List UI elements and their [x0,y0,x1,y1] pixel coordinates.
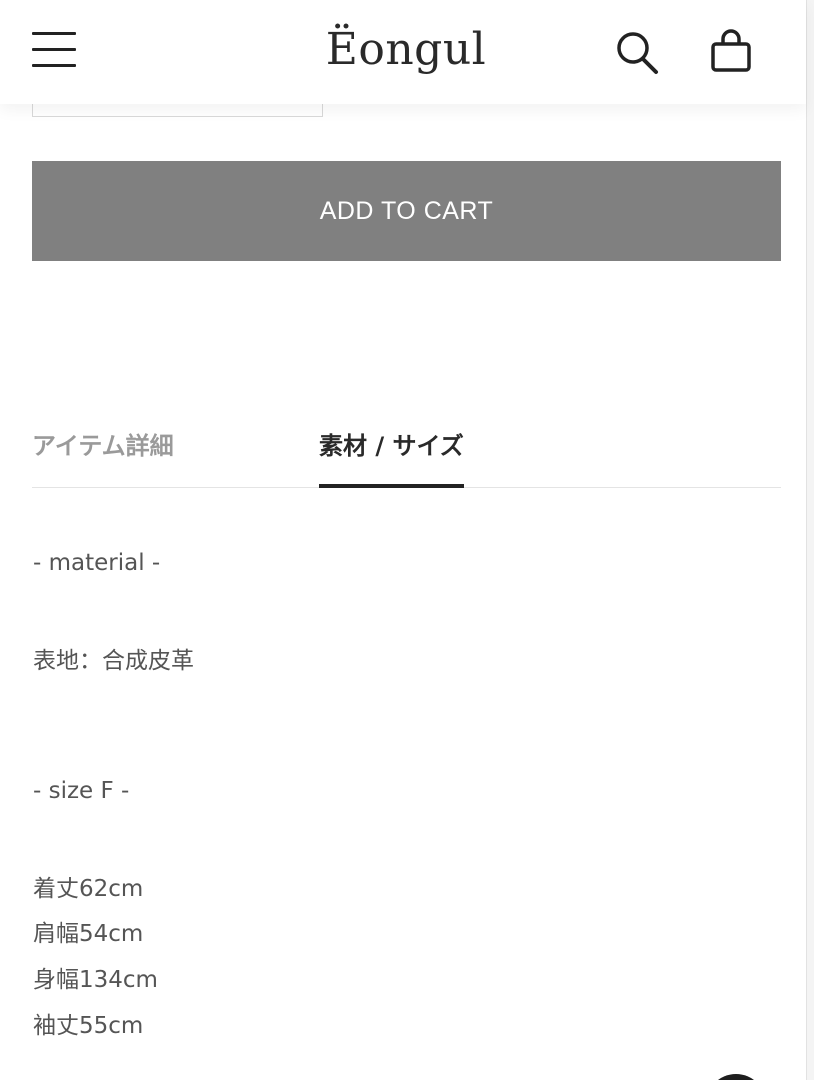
chat-button[interactable] [706,1074,766,1080]
measurement-length: 着丈62cm [33,876,144,902]
measurement-width: 身幅134cm [33,967,158,993]
page-edge [806,0,814,1080]
brand-logo[interactable]: Ëongul [300,24,512,75]
measurement-sleeve: 袖丈55cm [33,1013,144,1039]
tab-label: 素材 / サイズ [319,432,464,460]
product-page: Ëongul ADD TO CART アイテム詳細 素材 / サイズ - mat… [0,0,814,1080]
shopping-bag-icon[interactable] [706,26,756,78]
tab-item-details[interactable]: アイテム詳細 [32,426,174,487]
hamburger-menu-icon[interactable] [32,30,78,70]
tab-label: アイテム詳細 [32,432,174,460]
active-tab-indicator [319,484,464,488]
measurement-shoulder: 肩幅54cm [33,921,144,947]
material-heading: - material - [33,550,161,576]
search-icon[interactable] [612,26,662,78]
add-to-cart-button[interactable]: ADD TO CART [32,161,781,261]
size-heading: - size F - [33,778,130,804]
tab-material-size[interactable]: 素材 / サイズ [319,426,464,488]
material-fabric: 表地：合成皮革 [33,648,194,674]
site-header: Ëongul [0,0,806,104]
product-info-tabs: アイテム詳細 素材 / サイズ [32,420,781,488]
